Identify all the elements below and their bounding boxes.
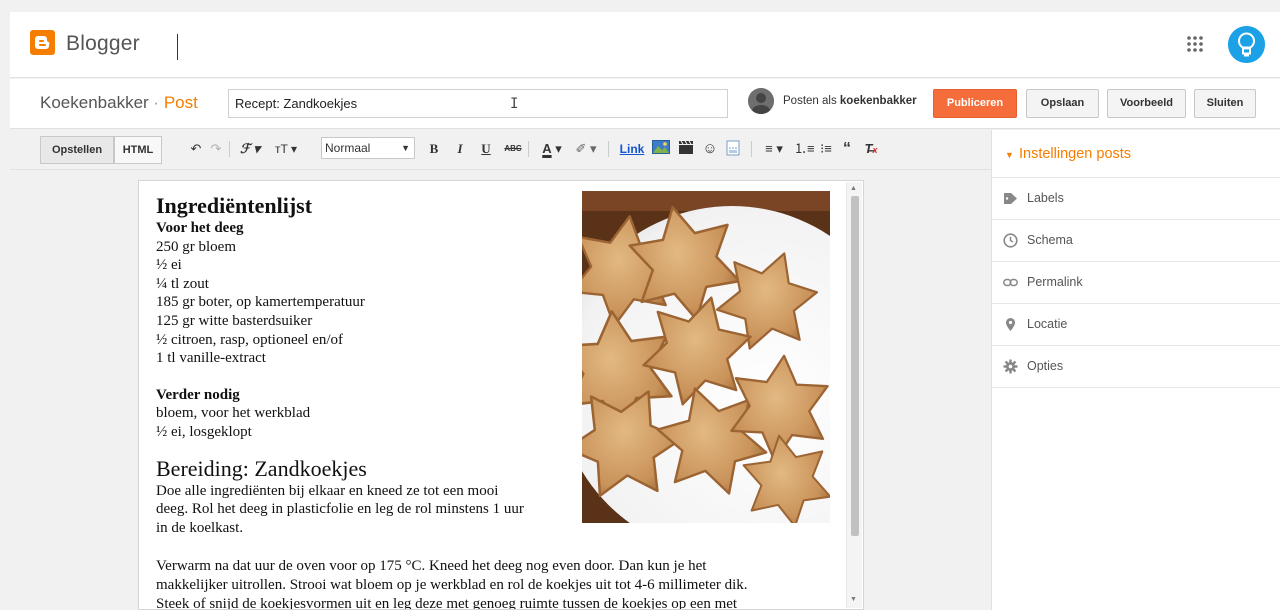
jump-break-icon[interactable] bbox=[723, 140, 743, 158]
account-avatar-icon[interactable] bbox=[1228, 26, 1265, 63]
format-select[interactable]: Normaal ▼ bbox=[321, 137, 415, 159]
posting-as: Posten als koekenbakker bbox=[783, 95, 917, 107]
brand-name: Blogger bbox=[66, 32, 140, 55]
cookies-image[interactable] bbox=[582, 191, 830, 523]
save-button[interactable]: Opslaan bbox=[1026, 89, 1099, 118]
font-family-icon[interactable]: ℱ ▾ bbox=[236, 140, 264, 158]
blog-breadcrumb: Koekenbakker · Post bbox=[40, 93, 198, 113]
blogger-editor: Blogger Koekenbakker · Post Recept: Zand… bbox=[0, 0, 1280, 610]
emoji-icon[interactable]: ☺ bbox=[702, 140, 718, 158]
publish-button[interactable]: Publiceren bbox=[933, 89, 1017, 118]
strikethrough-icon[interactable]: ABC bbox=[503, 140, 523, 158]
sidebar-item-locatie[interactable]: Locatie bbox=[992, 304, 1280, 346]
clear-format-icon[interactable]: T̶x bbox=[862, 140, 880, 158]
link-chain-icon bbox=[1003, 275, 1018, 290]
scroll-down-icon[interactable]: ▼ bbox=[850, 596, 857, 603]
section-label: Post bbox=[163, 93, 198, 112]
brand-divider bbox=[177, 34, 178, 60]
top-bar: Blogger bbox=[10, 12, 1280, 78]
sidebar-item-label: Locatie bbox=[1027, 317, 1068, 331]
sidebar-item-label: Opties bbox=[1027, 359, 1064, 373]
compose-mode-button[interactable]: Opstellen bbox=[40, 136, 114, 164]
label-tag-icon bbox=[1003, 191, 1018, 206]
sidebar-item-schema[interactable]: Schema bbox=[992, 220, 1280, 262]
toolbar-divider bbox=[751, 141, 752, 157]
sidebar-item-label: Schema bbox=[1027, 233, 1073, 247]
scrollbar-thumb[interactable] bbox=[851, 196, 859, 536]
chevron-down-icon: ▼ bbox=[401, 143, 410, 153]
format-select-value: Normaal bbox=[325, 141, 371, 155]
sidebar-item-label: Labels bbox=[1027, 191, 1064, 205]
numbered-list-icon[interactable]: ⒈≡ bbox=[794, 140, 815, 158]
highlight-icon[interactable]: ✐ ▾ bbox=[572, 140, 600, 158]
location-pin-icon bbox=[1003, 317, 1018, 332]
video-icon[interactable] bbox=[676, 140, 696, 158]
sidebar-item-opties[interactable]: Opties bbox=[992, 346, 1280, 388]
scroll-up-icon[interactable]: ▲ bbox=[850, 185, 857, 192]
bulleted-list-icon[interactable]: ⁝≡ bbox=[817, 140, 835, 158]
apps-grid-icon[interactable] bbox=[1186, 35, 1204, 53]
toolbar-divider bbox=[229, 141, 230, 157]
redo-icon[interactable]: ↷ bbox=[208, 140, 224, 158]
breadcrumb-separator: · bbox=[153, 93, 160, 112]
gear-icon bbox=[1003, 359, 1018, 374]
paragraph-line: makkelijker uitrollen. Strooi wat bloem … bbox=[156, 576, 748, 593]
poster-avatar bbox=[748, 88, 774, 114]
align-icon[interactable]: ≡ ▾ bbox=[760, 140, 788, 158]
sidebar-item-permalink[interactable]: Permalink bbox=[992, 262, 1280, 304]
posting-as-prefix: Posten als bbox=[783, 95, 837, 107]
paragraph-line: Verwarm na dat uur de oven voor op 175 °… bbox=[156, 558, 707, 575]
undo-icon[interactable]: ↶ bbox=[188, 140, 204, 158]
bold-icon[interactable]: B bbox=[427, 140, 441, 158]
italic-icon[interactable]: I bbox=[453, 140, 467, 158]
editor-scrollbar[interactable]: ▲ ▼ bbox=[846, 182, 862, 608]
post-title-input[interactable]: Recept: Zandkoekjes bbox=[228, 89, 728, 118]
post-header: Koekenbakker · Post Recept: Zandkoekjes … bbox=[10, 79, 1280, 129]
font-size-icon[interactable]: тT ▾ bbox=[268, 140, 304, 158]
toolbar-divider bbox=[528, 141, 529, 157]
text-color-icon[interactable]: A ▾ bbox=[538, 140, 566, 158]
blog-name[interactable]: Koekenbakker bbox=[40, 93, 149, 112]
post-settings-title: Instellingen posts bbox=[1019, 146, 1132, 162]
html-mode-button[interactable]: HTML bbox=[114, 136, 162, 164]
clock-icon bbox=[1003, 233, 1018, 248]
text-cursor-icon: I bbox=[510, 96, 519, 112]
toolbar-divider bbox=[608, 141, 609, 157]
collapse-triangle-icon: ▼ bbox=[1005, 150, 1014, 160]
sidebar-item-label: Permalink bbox=[1027, 275, 1083, 289]
post-settings-sidebar: ▼ Instellingen posts Labels Schema Perma… bbox=[991, 130, 1280, 610]
blogger-logo-icon[interactable] bbox=[30, 30, 55, 55]
editor-toolbar: Opstellen HTML ↶ ↷ ℱ ▾ тT ▾ Normaal ▼ B … bbox=[10, 130, 991, 170]
quote-icon[interactable]: “ bbox=[840, 140, 854, 158]
image-icon[interactable] bbox=[651, 140, 671, 158]
preview-button[interactable]: Voorbeeld bbox=[1107, 89, 1186, 118]
sidebar-item-labels[interactable]: Labels bbox=[992, 178, 1280, 220]
underline-icon[interactable]: U bbox=[479, 140, 493, 158]
close-button[interactable]: Sluiten bbox=[1194, 89, 1256, 118]
posting-as-user: koekenbakker bbox=[839, 95, 917, 107]
link-button[interactable]: Link bbox=[617, 140, 647, 158]
post-settings-header[interactable]: ▼ Instellingen posts bbox=[992, 130, 1280, 178]
paragraph-line: Steek of snijd de koekjesvormen uit en l… bbox=[156, 595, 738, 610]
